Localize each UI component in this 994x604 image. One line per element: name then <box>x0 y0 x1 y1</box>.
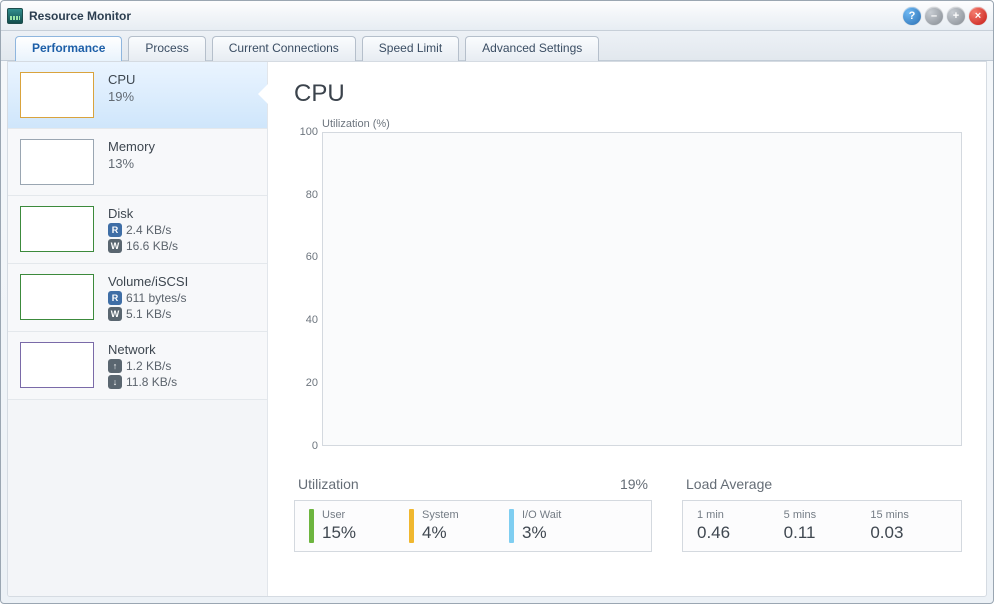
sidebar-volume-label: Volume/iSCSI <box>108 274 188 289</box>
help-button[interactable]: ? <box>903 7 921 25</box>
metric-iowait: I/O Wait 3% <box>509 509 599 543</box>
sidebar-volume-write: 5.1 KB/s <box>126 307 171 321</box>
utilization-panel: Utilization 19% User 15% <box>294 476 652 552</box>
window-title: Resource Monitor <box>29 9 131 23</box>
y-tick-20: 20 <box>294 377 318 389</box>
body: CPU 19% Memory 13% Disk R 2.4 KB/s <box>7 61 987 597</box>
y-tick-80: 80 <box>294 189 318 201</box>
iowait-bar-icon <box>509 509 514 543</box>
tab-advanced-settings[interactable]: Advanced Settings <box>465 36 599 61</box>
write-badge-icon: W <box>108 239 122 253</box>
write-badge-icon: W <box>108 307 122 321</box>
user-bar-icon <box>309 509 314 543</box>
close-button[interactable]: × <box>969 7 987 25</box>
system-label: System <box>422 509 459 521</box>
sidebar: CPU 19% Memory 13% Disk R 2.4 KB/s <box>8 62 268 596</box>
memory-thumb <box>20 139 94 185</box>
download-icon <box>108 375 122 389</box>
tabstrip: Performance Process Current Connections … <box>1 31 993 61</box>
disk-thumb <box>20 206 94 252</box>
y-tick-40: 40 <box>294 314 318 326</box>
utilization-heading: Utilization <box>298 476 359 492</box>
sidebar-item-memory[interactable]: Memory 13% <box>8 129 267 196</box>
sidebar-network-up: 1.2 KB/s <box>126 359 171 373</box>
load-5min-value: 0.11 <box>784 523 861 543</box>
y-tick-60: 60 <box>294 251 318 263</box>
y-tick-0: 0 <box>294 440 318 452</box>
sidebar-disk-label: Disk <box>108 206 178 221</box>
minimize-button[interactable]: – <box>925 7 943 25</box>
tab-performance[interactable]: Performance <box>15 36 122 61</box>
sidebar-cpu-value: 19% <box>108 89 135 104</box>
tab-speed-limit[interactable]: Speed Limit <box>362 36 459 61</box>
load-15min-value: 0.03 <box>870 523 947 543</box>
load-5min: 5 mins 0.11 <box>784 509 861 543</box>
tab-current-connections[interactable]: Current Connections <box>212 36 356 61</box>
sidebar-disk-write: 16.6 KB/s <box>126 239 178 253</box>
sidebar-volume-read: 611 bytes/s <box>126 291 186 305</box>
user-label: User <box>322 509 356 521</box>
user-value: 15% <box>322 523 356 543</box>
load-15min: 15 mins 0.03 <box>870 509 947 543</box>
iowait-value: 3% <box>522 523 561 543</box>
load-1min: 1 min 0.46 <box>697 509 774 543</box>
sidebar-item-cpu[interactable]: CPU 19% <box>8 62 267 129</box>
read-badge-icon: R <box>108 223 122 237</box>
network-thumb <box>20 342 94 388</box>
loadavg-panel: Load Average 1 min 0.46 5 mins 0.11 15 m… <box>682 476 962 552</box>
metric-user: User 15% <box>309 509 399 543</box>
read-badge-icon: R <box>108 291 122 305</box>
system-value: 4% <box>422 523 459 543</box>
iowait-label: I/O Wait <box>522 509 561 521</box>
metric-system: System 4% <box>409 509 499 543</box>
y-tick-100: 100 <box>294 126 318 138</box>
utilization-total: 19% <box>620 476 648 492</box>
sidebar-memory-value: 13% <box>108 156 155 171</box>
loadavg-heading: Load Average <box>686 476 772 492</box>
load-5min-label: 5 mins <box>784 509 861 521</box>
chart-axis-label: Utilization (%) <box>322 118 962 130</box>
load-1min-value: 0.46 <box>697 523 774 543</box>
page-title: CPU <box>294 80 962 108</box>
volume-thumb <box>20 274 94 320</box>
load-15min-label: 15 mins <box>870 509 947 521</box>
titlebar: Resource Monitor ? – + × <box>1 1 993 31</box>
tab-process[interactable]: Process <box>128 36 205 61</box>
summary-panels: Utilization 19% User 15% <box>294 476 962 552</box>
cpu-chart: 100 80 60 40 20 0 <box>294 132 962 462</box>
app-icon <box>7 8 23 24</box>
system-bar-icon <box>409 509 414 543</box>
sidebar-disk-read: 2.4 KB/s <box>126 223 171 237</box>
sidebar-network-label: Network <box>108 342 177 357</box>
resource-monitor-window: Resource Monitor ? – + × Performance Pro… <box>0 0 994 604</box>
sidebar-cpu-label: CPU <box>108 72 135 87</box>
main-panel: CPU Utilization (%) 100 80 60 40 20 0 Ut… <box>268 62 986 596</box>
sidebar-item-network[interactable]: Network 1.2 KB/s 11.8 KB/s <box>8 332 267 400</box>
sidebar-memory-label: Memory <box>108 139 155 154</box>
load-1min-label: 1 min <box>697 509 774 521</box>
sidebar-item-disk[interactable]: Disk R 2.4 KB/s W 16.6 KB/s <box>8 196 267 264</box>
maximize-button[interactable]: + <box>947 7 965 25</box>
cpu-thumb <box>20 72 94 118</box>
chart-plot-area <box>322 132 962 446</box>
upload-icon <box>108 359 122 373</box>
sidebar-network-down: 11.8 KB/s <box>126 375 177 389</box>
sidebar-item-volume[interactable]: Volume/iSCSI R 611 bytes/s W 5.1 KB/s <box>8 264 267 332</box>
